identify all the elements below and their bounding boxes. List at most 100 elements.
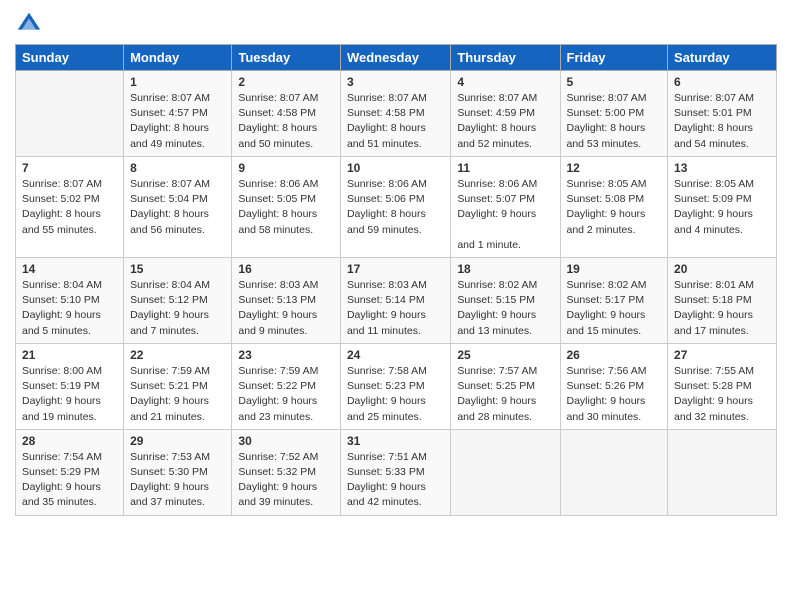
- day-info: Sunrise: 7:53 AMSunset: 5:30 PMDaylight:…: [130, 450, 225, 511]
- day-cell: [451, 429, 560, 515]
- day-number: 8: [130, 161, 225, 175]
- weekday-header-friday: Friday: [560, 45, 668, 71]
- day-number: 30: [238, 434, 334, 448]
- week-row-2: 7 Sunrise: 8:07 AMSunset: 5:02 PMDaylight…: [16, 156, 777, 257]
- day-number: 19: [567, 262, 662, 276]
- day-number: 31: [347, 434, 444, 448]
- day-cell: 2 Sunrise: 8:07 AMSunset: 4:58 PMDaylight…: [232, 71, 341, 157]
- day-number: 15: [130, 262, 225, 276]
- day-number: 23: [238, 348, 334, 362]
- day-number: 14: [22, 262, 117, 276]
- day-cell: 25Sunrise: 7:57 AMSunset: 5:25 PMDayligh…: [451, 343, 560, 429]
- week-row-5: 28Sunrise: 7:54 AMSunset: 5:29 PMDayligh…: [16, 429, 777, 515]
- day-info: Sunrise: 8:02 AMSunset: 5:17 PMDaylight:…: [567, 278, 662, 339]
- weekday-header-thursday: Thursday: [451, 45, 560, 71]
- day-cell: [560, 429, 668, 515]
- weekday-header-wednesday: Wednesday: [340, 45, 450, 71]
- day-cell: 14Sunrise: 8:04 AMSunset: 5:10 PMDayligh…: [16, 257, 124, 343]
- day-number: 10: [347, 161, 444, 175]
- day-info: Sunrise: 7:55 AMSunset: 5:28 PMDaylight:…: [674, 364, 770, 425]
- day-cell: 19 Sunrise: 8:02 AMSunset: 5:17 PMDayligh…: [560, 257, 668, 343]
- calendar-table: SundayMondayTuesdayWednesdayThursdayFrid…: [15, 44, 777, 516]
- day-number: 26: [567, 348, 662, 362]
- day-cell: 17 Sunrise: 8:03 AMSunset: 5:14 PMDayligh…: [340, 257, 450, 343]
- day-info: Sunrise: 8:07 AMSunset: 4:58 PMDaylight:…: [238, 91, 334, 152]
- day-cell: 26 Sunrise: 7:56 AMSunset: 5:26 PMDayligh…: [560, 343, 668, 429]
- day-info: Sunrise: 8:06 AMSunset: 5:07 PMDaylight:…: [457, 177, 553, 253]
- weekday-header-tuesday: Tuesday: [232, 45, 341, 71]
- day-info: Sunrise: 8:07 AMSunset: 5:00 PMDaylight:…: [567, 91, 662, 152]
- day-cell: 23 Sunrise: 7:59 AMSunset: 5:22 PMDayligh…: [232, 343, 341, 429]
- day-number: 24: [347, 348, 444, 362]
- day-cell: 22Sunrise: 7:59 AMSunset: 5:21 PMDayligh…: [124, 343, 232, 429]
- day-number: 6: [674, 75, 770, 89]
- day-info: Sunrise: 8:03 AMSunset: 5:13 PMDaylight:…: [238, 278, 334, 339]
- day-number: 22: [130, 348, 225, 362]
- day-number: 1: [130, 75, 225, 89]
- day-cell: 7 Sunrise: 8:07 AMSunset: 5:02 PMDaylight…: [16, 156, 124, 257]
- day-info: Sunrise: 8:00 AMSunset: 5:19 PMDaylight:…: [22, 364, 117, 425]
- day-info: Sunrise: 8:02 AMSunset: 5:15 PMDaylight:…: [457, 278, 553, 339]
- day-number: 4: [457, 75, 553, 89]
- weekday-header-sunday: Sunday: [16, 45, 124, 71]
- day-number: 7: [22, 161, 117, 175]
- day-cell: [668, 429, 777, 515]
- day-info: Sunrise: 8:06 AMSunset: 5:05 PMDaylight:…: [238, 177, 334, 238]
- logo: [15, 10, 47, 38]
- day-cell: 28Sunrise: 7:54 AMSunset: 5:29 PMDayligh…: [16, 429, 124, 515]
- day-info: Sunrise: 7:52 AMSunset: 5:32 PMDaylight:…: [238, 450, 334, 511]
- day-cell: 31 Sunrise: 7:51 AMSunset: 5:33 PMDayligh…: [340, 429, 450, 515]
- day-info: Sunrise: 8:07 AMSunset: 5:01 PMDaylight:…: [674, 91, 770, 152]
- day-number: 28: [22, 434, 117, 448]
- weekday-header-saturday: Saturday: [668, 45, 777, 71]
- day-cell: 13 Sunrise: 8:05 AMSunset: 5:09 PMDayligh…: [668, 156, 777, 257]
- day-cell: 16Sunrise: 8:03 AMSunset: 5:13 PMDayligh…: [232, 257, 341, 343]
- day-number: 29: [130, 434, 225, 448]
- day-info: Sunrise: 8:03 AMSunset: 5:14 PMDaylight:…: [347, 278, 444, 339]
- day-number: 2: [238, 75, 334, 89]
- day-cell: 1Sunrise: 8:07 AMSunset: 4:57 PMDaylight…: [124, 71, 232, 157]
- day-cell: 9 Sunrise: 8:06 AMSunset: 5:05 PMDaylight…: [232, 156, 341, 257]
- day-info: Sunrise: 8:06 AMSunset: 5:06 PMDaylight:…: [347, 177, 444, 238]
- day-number: 3: [347, 75, 444, 89]
- day-number: 17: [347, 262, 444, 276]
- day-info: Sunrise: 8:01 AMSunset: 5:18 PMDaylight:…: [674, 278, 770, 339]
- day-cell: 29 Sunrise: 7:53 AMSunset: 5:30 PMDayligh…: [124, 429, 232, 515]
- logo-icon: [15, 10, 43, 38]
- day-info: Sunrise: 8:05 AMSunset: 5:08 PMDaylight:…: [567, 177, 662, 238]
- day-cell: 3 Sunrise: 8:07 AMSunset: 4:58 PMDaylight…: [340, 71, 450, 157]
- day-number: 20: [674, 262, 770, 276]
- day-cell: 30 Sunrise: 7:52 AMSunset: 5:32 PMDayligh…: [232, 429, 341, 515]
- day-number: 21: [22, 348, 117, 362]
- day-info: Sunrise: 7:56 AMSunset: 5:26 PMDaylight:…: [567, 364, 662, 425]
- day-cell: 18 Sunrise: 8:02 AMSunset: 5:15 PMDayligh…: [451, 257, 560, 343]
- day-info: Sunrise: 8:07 AMSunset: 5:02 PMDaylight:…: [22, 177, 117, 238]
- day-number: 9: [238, 161, 334, 175]
- day-info: Sunrise: 8:05 AMSunset: 5:09 PMDaylight:…: [674, 177, 770, 238]
- day-info: Sunrise: 7:58 AMSunset: 5:23 PMDaylight:…: [347, 364, 444, 425]
- week-row-1: 1Sunrise: 8:07 AMSunset: 4:57 PMDaylight…: [16, 71, 777, 157]
- week-row-4: 21 Sunrise: 8:00 AMSunset: 5:19 PMDayligh…: [16, 343, 777, 429]
- day-info: Sunrise: 8:07 AMSunset: 5:04 PMDaylight:…: [130, 177, 225, 238]
- day-cell: 5Sunrise: 8:07 AMSunset: 5:00 PMDaylight…: [560, 71, 668, 157]
- day-cell: 24 Sunrise: 7:58 AMSunset: 5:23 PMDayligh…: [340, 343, 450, 429]
- day-cell: 12 Sunrise: 8:05 AMSunset: 5:08 PMDayligh…: [560, 156, 668, 257]
- day-cell: 6 Sunrise: 8:07 AMSunset: 5:01 PMDaylight…: [668, 71, 777, 157]
- day-info: Sunrise: 8:07 AMSunset: 4:58 PMDaylight:…: [347, 91, 444, 152]
- day-cell: 27Sunrise: 7:55 AMSunset: 5:28 PMDayligh…: [668, 343, 777, 429]
- day-info: Sunrise: 8:07 AMSunset: 4:59 PMDaylight:…: [457, 91, 553, 152]
- day-cell: 4 Sunrise: 8:07 AMSunset: 4:59 PMDaylight…: [451, 71, 560, 157]
- day-info: Sunrise: 7:51 AMSunset: 5:33 PMDaylight:…: [347, 450, 444, 511]
- day-number: 11: [457, 161, 553, 175]
- day-number: 13: [674, 161, 770, 175]
- day-number: 12: [567, 161, 662, 175]
- day-number: 25: [457, 348, 553, 362]
- weekday-header-row: SundayMondayTuesdayWednesdayThursdayFrid…: [16, 45, 777, 71]
- day-info: Sunrise: 7:59 AMSunset: 5:22 PMDaylight:…: [238, 364, 334, 425]
- day-number: 18: [457, 262, 553, 276]
- day-cell: 11 Sunrise: 8:06 AMSunset: 5:07 PMDayligh…: [451, 156, 560, 257]
- header: [15, 10, 777, 38]
- day-info: Sunrise: 8:04 AMSunset: 5:12 PMDaylight:…: [130, 278, 225, 339]
- day-cell: 15 Sunrise: 8:04 AMSunset: 5:12 PMDayligh…: [124, 257, 232, 343]
- day-cell: 21 Sunrise: 8:00 AMSunset: 5:19 PMDayligh…: [16, 343, 124, 429]
